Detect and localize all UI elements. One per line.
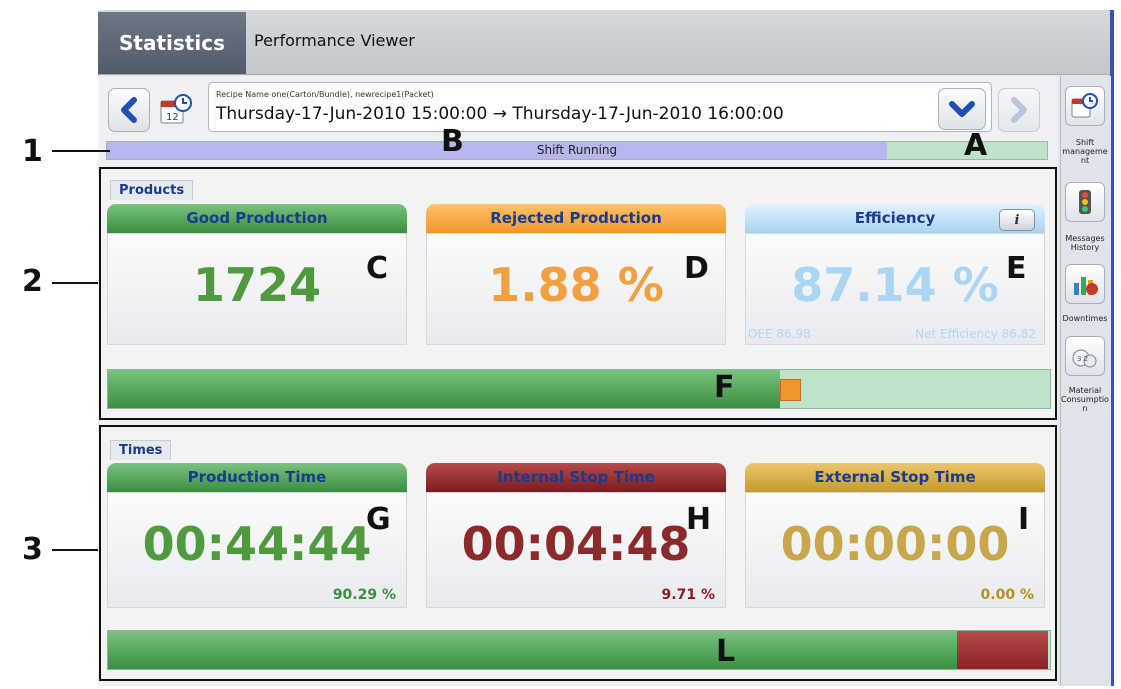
production-time-title: Production Time [107,463,407,492]
internal-stop-time-title: Internal Stop Time [426,463,726,492]
annotation-i: I [1018,502,1030,537]
annotation-d: D [684,251,709,286]
good-production-value: 1724 [192,258,322,312]
internal-stop-time-card: Internal Stop Time 00:04:48 9.71 % [426,463,726,608]
date-range-text: Thursday-17-Jun-2010 15:00:00 → Thursday… [216,104,784,124]
annotation-b: B [441,124,464,159]
svg-text:3 2: 3 2 [1077,355,1088,363]
annotation-e: E [1006,251,1027,286]
net-efficiency-value: Net Efficiency 86.82 [915,327,1036,341]
date-range-dropdown-button[interactable] [938,88,986,130]
efficiency-card: Efficiency i 87.14 % OEE 86.98 Net Effic… [745,204,1045,345]
calendar-clock-icon[interactable]: 12 [158,92,194,128]
external-stop-time-card: External Stop Time 00:00:00 0.00 % [745,463,1045,608]
calendar-clock-icon [1065,86,1105,126]
svg-text:12: 12 [166,112,179,123]
annotation-c: C [366,251,389,286]
right-sidebar [1060,76,1111,686]
internal-stop-time-fill [957,631,1048,669]
info-icon: i [1014,212,1020,228]
callout-2: 2 [22,264,43,299]
rejected-production-card: Rejected Production 1.88 % [426,204,726,345]
annotation-l: L [716,634,736,669]
annotation-g: G [366,502,391,537]
good-production-title: Good Production [107,204,407,233]
callout-3-leader [52,549,98,551]
sidebar-label-shift-management: Shift manageme nt [1062,138,1108,165]
good-production-card: Good Production 1724 [107,204,407,345]
chevron-down-icon [949,101,975,117]
callout-1-leader [52,150,110,152]
next-period-button[interactable] [998,88,1040,132]
internal-stop-time-value: 00:04:48 [461,517,691,571]
production-time-percent: 90.29 % [332,587,396,603]
products-ratio-bar [107,369,1051,409]
internal-stop-time-percent: 9.71 % [661,587,715,603]
external-stop-time-title: External Stop Time [745,463,1045,492]
info-button[interactable]: i [999,209,1035,231]
sidebar-item-messages-history[interactable] [1065,182,1105,222]
bar-chart-stop-icon [1065,264,1105,304]
production-time-value: 00:44:44 [142,517,372,571]
sidebar-label-downtimes: Downtimes [1062,314,1108,323]
production-time-fill [108,631,957,669]
previous-period-button[interactable] [108,88,150,132]
shift-progress-bar: Shift Running [106,141,1048,160]
sidebar-item-downtimes[interactable] [1065,264,1105,304]
app-title: Statistics [98,12,246,74]
material-dice-icon: 3 2 [1065,336,1105,376]
external-stop-time-value: 00:00:00 [780,517,1010,571]
page-subtitle: Performance Viewer [254,31,415,50]
sidebar-label-messages-history: Messages History [1065,234,1105,252]
callout-1: 1 [22,134,43,169]
products-label: Products [110,180,194,200]
chevron-left-icon [121,97,137,123]
oee-value: OEE 86.98 [748,327,811,341]
shift-status: Shift Running [536,143,618,157]
annotation-h: H [686,502,712,537]
annotation-a: A [964,128,988,163]
sidebar-label-material-consumption: Material Consumptio n [1061,386,1109,413]
production-time-card: Production Time 00:44:44 90.29 % [107,463,407,608]
annotation-f: F [714,370,735,405]
rejected-production-title: Rejected Production [426,204,726,233]
recipe-name: Recipe Name one(Carton/Bundle), newrecip… [216,90,434,99]
traffic-light-icon [1065,182,1105,222]
title-bar [98,10,1110,75]
times-ratio-bar [107,630,1051,670]
sidebar-item-shift-management[interactable] [1065,86,1105,126]
sidebar-item-material-consumption[interactable]: 3 2 [1065,336,1105,376]
efficiency-value: 87.14 % [791,258,999,312]
chevron-right-icon [1011,97,1027,123]
good-production-fill [108,370,780,408]
rejected-production-fill [780,379,801,401]
rejected-production-value: 1.88 % [488,258,664,312]
callout-3: 3 [22,532,43,567]
external-stop-time-percent: 0.00 % [980,587,1034,603]
times-label: Times [110,440,172,460]
callout-2-leader [52,282,98,284]
